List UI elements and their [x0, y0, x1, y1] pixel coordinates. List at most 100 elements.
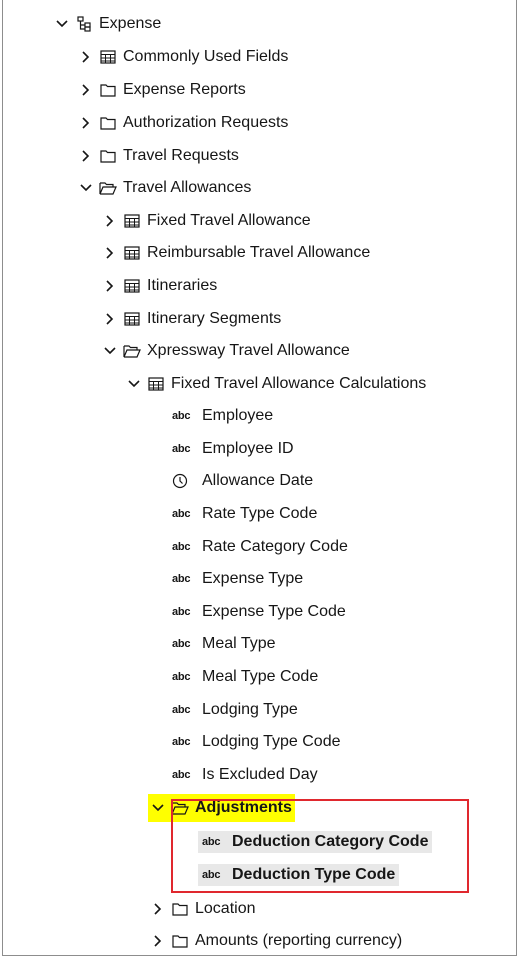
chevron-right-icon[interactable] [79, 149, 93, 163]
tree-node-fixed-travel-allowance[interactable]: Fixed Travel Allowance [103, 207, 311, 235]
tree-node-expense-reports[interactable]: Expense Reports [79, 76, 246, 104]
field-label: Deduction Type Code [232, 866, 396, 883]
field-meal-type-code[interactable]: abc Meal Type Code [172, 663, 318, 691]
folder-open-icon [99, 180, 117, 196]
selected-field: abc Deduction Category Code [198, 831, 433, 853]
field-label: Lodging Type Code [202, 733, 341, 750]
folder-open-icon [123, 343, 141, 359]
text-type-icon: abc [172, 638, 191, 650]
chevron-right-icon[interactable] [151, 902, 165, 916]
field-label: Lodging Type [202, 701, 298, 718]
field-label: Rate Type Code [202, 505, 318, 522]
tree-node-expense[interactable]: Expense [55, 10, 161, 38]
folder-icon [171, 901, 189, 917]
text-type-icon: abc [172, 769, 191, 781]
field-deduction-category-code[interactable]: abc Deduction Category Code [198, 828, 433, 856]
chevron-down-icon[interactable] [151, 801, 165, 815]
field-deduction-type-code[interactable]: abc Deduction Type Code [198, 861, 400, 889]
field-label: Meal Type [202, 635, 276, 652]
text-type-icon: abc [172, 671, 191, 683]
tree-node-label: Expense Reports [123, 81, 246, 98]
field-label: Expense Type [202, 570, 304, 587]
field-rate-category-code[interactable]: abc Rate Category Code [172, 533, 348, 561]
text-type-icon: abc [172, 541, 191, 553]
tree-node-label: Fixed Travel Allowance Calculations [171, 375, 427, 392]
table-icon [123, 245, 141, 261]
field-label: Is Excluded Day [202, 766, 318, 783]
table-icon [123, 278, 141, 294]
field-meal-type[interactable]: abc Meal Type [172, 630, 276, 658]
folder-icon [171, 933, 189, 949]
tree-node-travel-allowances[interactable]: Travel Allowances [79, 174, 251, 202]
chevron-right-icon[interactable] [79, 50, 93, 64]
tree-node-label: Xpressway Travel Allowance [147, 342, 350, 359]
tree-node-label: Authorization Requests [123, 114, 289, 131]
text-type-icon: abc [172, 508, 191, 520]
chevron-right-icon[interactable] [79, 116, 93, 130]
tree-node-travel-requests[interactable]: Travel Requests [79, 142, 239, 170]
tree-node-itineraries[interactable]: Itineraries [103, 272, 217, 300]
tree-node-xpressway-travel-allowance[interactable]: Xpressway Travel Allowance [103, 337, 350, 365]
field-label: Meal Type Code [202, 668, 319, 685]
field-label: Employee [202, 407, 274, 424]
tree-node-label: Reimbursable Travel Allowance [147, 244, 371, 261]
table-icon [123, 213, 141, 229]
table-icon [99, 49, 117, 65]
tree-node-amounts-reporting-currency[interactable]: Amounts (reporting currency) [151, 927, 402, 955]
tree-node-label: Commonly Used Fields [123, 48, 289, 65]
text-type-icon: abc [172, 443, 191, 455]
chevron-right-icon[interactable] [151, 934, 165, 948]
tree-node-label: Fixed Travel Allowance [147, 212, 311, 229]
chevron-down-icon[interactable] [127, 377, 141, 391]
tree-node-itinerary-segments[interactable]: Itinerary Segments [103, 305, 281, 333]
field-lodging-type[interactable]: abc Lodging Type [172, 696, 298, 724]
table-icon [147, 376, 165, 392]
text-type-icon: abc [202, 836, 221, 848]
chevron-down-icon[interactable] [103, 344, 117, 358]
field-is-excluded-day[interactable]: abc Is Excluded Day [172, 761, 318, 789]
text-type-icon: abc [172, 410, 191, 422]
text-type-icon: abc [172, 736, 191, 748]
folder-icon [99, 148, 117, 164]
field-employee[interactable]: abc Employee [172, 402, 273, 430]
text-type-icon: abc [172, 704, 191, 716]
tree-node-label: Location [195, 900, 256, 917]
tree-node-label: Travel Requests [123, 147, 239, 164]
tree-node-label: Itinerary Segments [147, 310, 282, 327]
tree-node-reimbursable-travel-allowance[interactable]: Reimbursable Travel Allowance [103, 239, 370, 267]
field-label: Allowance Date [202, 472, 314, 489]
tree-node-label: Expense [99, 15, 162, 32]
field-label: Expense Type Code [202, 603, 346, 620]
chevron-right-icon[interactable] [103, 312, 117, 326]
tree-node-authorization-requests[interactable]: Authorization Requests [79, 109, 288, 137]
field-label: Rate Category Code [202, 538, 348, 555]
tree-node-label: Amounts (reporting currency) [195, 932, 403, 949]
field-employee-id[interactable]: abc Employee ID [172, 435, 294, 463]
text-type-icon: abc [202, 869, 221, 881]
tree-node-fixed-travel-allowance-calculations[interactable]: Fixed Travel Allowance Calculations [127, 370, 426, 398]
folder-icon [99, 115, 117, 131]
field-expense-type[interactable]: abc Expense Type [172, 565, 303, 593]
chevron-right-icon[interactable] [103, 246, 117, 260]
chevron-right-icon[interactable] [103, 214, 117, 228]
clock-icon [172, 473, 196, 489]
field-expense-type-code[interactable]: abc Expense Type Code [172, 598, 346, 626]
field-allowance-date[interactable]: Allowance Date [172, 467, 313, 495]
text-type-icon: abc [172, 573, 191, 585]
text-type-icon: abc [172, 606, 191, 618]
chevron-right-icon[interactable] [103, 279, 117, 293]
table-icon [123, 311, 141, 327]
folder-icon [99, 82, 117, 98]
chevron-right-icon[interactable] [79, 83, 93, 97]
field-label: Employee ID [202, 440, 294, 457]
chevron-down-icon[interactable] [79, 181, 93, 195]
tree-node-commonly-used-fields[interactable]: Commonly Used Fields [79, 43, 288, 71]
chevron-down-icon[interactable] [55, 17, 69, 31]
field-label: Deduction Category Code [232, 833, 429, 850]
tree-node-label: Itineraries [147, 277, 218, 294]
field-lodging-type-code[interactable]: abc Lodging Type Code [172, 728, 340, 756]
tree-node-label: Travel Allowances [123, 179, 252, 196]
tree-node-location[interactable]: Location [151, 895, 256, 923]
field-rate-type-code[interactable]: abc Rate Type Code [172, 500, 317, 528]
hierarchy-icon [75, 16, 93, 32]
